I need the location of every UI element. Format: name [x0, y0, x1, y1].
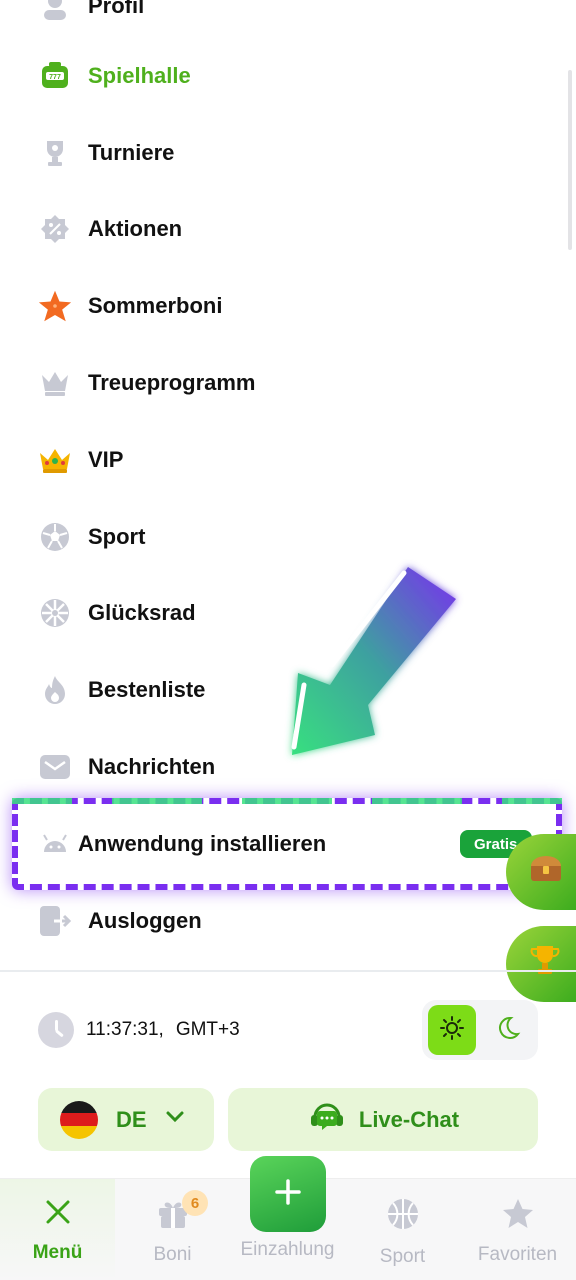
menu-item-gluecksrad[interactable]: Glücksrad: [38, 585, 196, 641]
germany-flag-icon: [60, 1100, 98, 1139]
language-selector[interactable]: DE: [38, 1088, 214, 1151]
dark-theme-button[interactable]: [484, 1005, 532, 1055]
menu-item-nachrichten[interactable]: Nachrichten: [38, 739, 215, 795]
nav-sport[interactable]: Sport: [345, 1179, 460, 1280]
soccer-ball-icon: [38, 520, 72, 554]
menu-item-aktionen[interactable]: Aktionen: [38, 201, 182, 257]
menu-item-treueprogramm[interactable]: Treueprogramm: [38, 355, 256, 411]
deposit-button[interactable]: [250, 1156, 326, 1232]
envelope-icon: [38, 750, 72, 784]
menu-item-spielhalle[interactable]: 777 Spielhalle: [38, 48, 191, 104]
menu-item-install-app[interactable]: Anwendung installieren: [38, 816, 326, 872]
slot-machine-icon: 777: [38, 59, 72, 93]
vip-crown-icon: [38, 443, 72, 477]
crown-icon: [38, 366, 72, 400]
nav-label: Boni: [153, 1244, 192, 1265]
clock-timezone: GMT+3: [175, 1019, 240, 1040]
gold-trophy-icon: [528, 943, 562, 985]
scrollbar[interactable]: [568, 70, 572, 250]
nav-label: Favoriten: [477, 1244, 558, 1265]
menu-item-label: Glücksrad: [88, 600, 196, 625]
menu-item-ausloggen[interactable]: Ausloggen: [38, 893, 202, 949]
percent-badge-icon: [38, 212, 72, 246]
menu-item-sport[interactable]: Sport: [38, 509, 145, 565]
flame-icon: [38, 673, 72, 707]
menu-item-label: Treueprogramm: [88, 370, 256, 395]
menu-item-label: Turniere: [88, 140, 175, 165]
menu-item-turniere[interactable]: Turniere: [38, 125, 174, 181]
theme-toggle[interactable]: [422, 1000, 538, 1060]
boni-count-badge: 6: [182, 1190, 208, 1216]
headset-chat-icon: [307, 1099, 347, 1140]
menu-item-bestenliste[interactable]: Bestenliste: [38, 662, 205, 718]
nav-label: Einzahlung: [240, 1239, 335, 1260]
live-chat-button[interactable]: Live-Chat: [228, 1088, 538, 1151]
nav-boni[interactable]: Boni: [115, 1179, 230, 1280]
treasure-chest-button[interactable]: [506, 834, 576, 910]
menu-item-vip[interactable]: VIP: [38, 432, 123, 488]
menu-item-label: Profil: [88, 0, 145, 18]
nav-label: Menü: [32, 1242, 83, 1263]
star-icon: [501, 1197, 535, 1234]
divider: [0, 970, 576, 972]
treasure-chest-icon: [528, 852, 564, 892]
menu-item-label: Bestenliste: [88, 677, 206, 702]
nav-menu[interactable]: Menü: [0, 1179, 115, 1280]
menu-item-label: Ausloggen: [88, 908, 202, 933]
svg-text:777: 777: [49, 74, 61, 81]
nav-favoriten[interactable]: Favoriten: [460, 1179, 575, 1280]
light-theme-button[interactable]: [428, 1005, 476, 1055]
menu-item-label: Aktionen: [88, 216, 183, 241]
sun-icon: [439, 1015, 465, 1046]
clock-icon: [38, 1012, 74, 1048]
language-code: DE: [116, 1106, 147, 1132]
chevron-down-icon: [165, 1110, 185, 1129]
menu-item-label: Spielhalle: [88, 63, 191, 88]
menu-item-label: Sport: [88, 524, 146, 549]
clock-display: 11:37:31, GMT+3: [38, 1012, 240, 1048]
wheel-icon: [38, 596, 72, 630]
menu-item-label: Nachrichten: [88, 754, 216, 779]
trophy-icon: [38, 136, 72, 170]
menu-item-profil[interactable]: Profil: [38, 0, 144, 34]
menu-item-sommerboni[interactable]: Sommerboni: [38, 278, 222, 334]
menu-item-label: Anwendung installieren: [78, 831, 327, 856]
profile-icon: [38, 0, 72, 23]
plus-icon: [273, 1177, 303, 1212]
menu-item-label: Sommerboni: [88, 293, 223, 318]
close-icon: [43, 1197, 73, 1232]
live-chat-label: Live-Chat: [358, 1106, 460, 1132]
nav-label: Sport: [379, 1246, 426, 1267]
menu-item-label: VIP: [88, 447, 124, 472]
logout-icon: [38, 904, 72, 938]
clock-time: 11:37:31,: [86, 1019, 164, 1040]
moon-icon: [495, 1015, 521, 1046]
basketball-icon: [386, 1197, 420, 1236]
annotation-arrow: [291, 567, 456, 755]
trophy-promo-button[interactable]: [506, 926, 576, 1002]
starfish-icon: [38, 289, 72, 323]
android-icon: [38, 827, 72, 861]
